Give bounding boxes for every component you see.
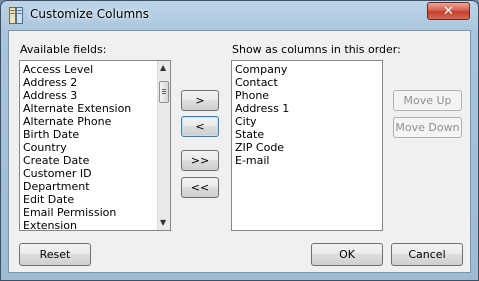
list-item[interactable]: Create Date <box>20 154 170 167</box>
list-item[interactable]: Alternate Phone <box>20 115 170 128</box>
list-item[interactable]: Alternate Extension <box>20 102 170 115</box>
dialog-body: Available fields: Show as columns in thi… <box>8 30 471 273</box>
add-all-fields-button[interactable]: >> <box>181 150 219 171</box>
list-item[interactable]: Phone <box>232 89 382 102</box>
list-item[interactable]: State <box>232 128 382 141</box>
title-bar[interactable]: Customize Columns ✕ <box>1 1 478 31</box>
scroll-thumb[interactable] <box>159 81 169 103</box>
add-field-button[interactable]: > <box>181 90 219 111</box>
list-item[interactable]: Birth Date <box>20 128 170 141</box>
list-item[interactable]: Address 2 <box>20 76 170 89</box>
customize-columns-dialog: Customize Columns ✕ Available fields: Sh… <box>0 0 479 281</box>
available-fields-scrollbar[interactable]: ▲ ▼ <box>157 61 170 230</box>
selected-columns-label: Show as columns in this order: <box>232 43 401 56</box>
list-item[interactable]: Edit Date <box>20 193 170 206</box>
available-fields-list[interactable]: Access Level Address 2 Address 3 Alternate … <box>19 60 171 231</box>
move-up-button[interactable]: Move Up <box>393 90 462 111</box>
app-icon <box>9 7 23 24</box>
list-item[interactable]: Email Permission <box>20 206 170 219</box>
list-item[interactable]: Department <box>20 180 170 193</box>
window-title: Customize Columns <box>30 7 150 21</box>
list-item[interactable]: Contact <box>232 76 382 89</box>
remove-all-fields-button[interactable]: << <box>181 177 219 198</box>
list-item[interactable]: Company <box>232 63 382 76</box>
cancel-button[interactable]: Cancel <box>391 243 463 266</box>
list-item[interactable]: ZIP Code <box>232 141 382 154</box>
scroll-down-icon[interactable]: ▼ <box>160 219 166 227</box>
remove-field-button[interactable]: < <box>181 116 219 137</box>
reset-button[interactable]: Reset <box>19 243 91 266</box>
list-item[interactable]: City <box>232 115 382 128</box>
list-item[interactable]: Country <box>20 141 170 154</box>
list-item[interactable]: Address 1 <box>232 102 382 115</box>
available-fields-label: Available fields: <box>20 43 107 56</box>
selected-columns-list[interactable]: Company Contact Phone Address 1 City State ZIP… <box>231 60 383 231</box>
list-item[interactable]: Address 3 <box>20 89 170 102</box>
move-down-button[interactable]: Move Down <box>393 117 462 138</box>
close-button[interactable]: ✕ <box>427 2 470 20</box>
list-item[interactable]: Customer ID <box>20 167 170 180</box>
scroll-up-icon[interactable]: ▲ <box>160 64 166 72</box>
list-item[interactable]: E-mail <box>232 154 382 167</box>
list-item[interactable]: Extension <box>20 219 170 230</box>
list-item[interactable]: Access Level <box>20 63 170 76</box>
ok-button[interactable]: OK <box>311 243 383 266</box>
close-icon: ✕ <box>443 4 454 19</box>
